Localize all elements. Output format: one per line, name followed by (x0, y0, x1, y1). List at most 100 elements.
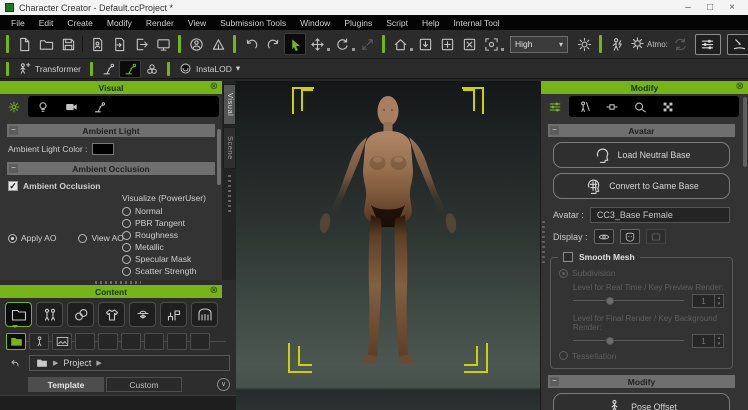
close-icon[interactable]: ⊗ (210, 81, 218, 93)
menu-item-internal-tool[interactable]: Internal Tool (446, 18, 506, 28)
online-content-icon[interactable] (185, 33, 207, 55)
avatar-name-field[interactable]: CC3_Base Female (590, 207, 730, 223)
smooth-mesh-checkbox[interactable] (563, 252, 573, 262)
display-gear-icon[interactable] (3, 97, 25, 117)
close-button[interactable]: × (721, 1, 743, 15)
character-flash-icon[interactable] (606, 33, 628, 55)
panel-resize-handle[interactable] (95, 281, 141, 284)
render-quality-select[interactable]: High ▾ (510, 36, 568, 53)
fit-view-icon[interactable] (414, 33, 436, 55)
redo-icon[interactable] (262, 33, 284, 55)
ambient-occlusion-checkbox[interactable]: ✓ (8, 181, 18, 191)
collapse-icon[interactable]: − (9, 126, 18, 135)
import-character-icon[interactable] (86, 33, 108, 55)
dock-resize-handle[interactable] (228, 175, 231, 215)
menu-item-modify[interactable]: Modify (100, 18, 139, 28)
breadcrumb-root[interactable]: Project (63, 358, 91, 368)
radio-pbr-tangent[interactable]: PBR Tangent (122, 218, 206, 228)
close-icon[interactable]: ⊗ (210, 285, 218, 297)
open-project-icon[interactable] (35, 33, 57, 55)
collapse-icon[interactable]: − (550, 126, 559, 135)
select-tool-icon[interactable] (284, 33, 306, 55)
center-view-icon[interactable] (436, 33, 458, 55)
content-panel-header[interactable]: Content ⊗ (0, 285, 222, 298)
display-mask-icon[interactable] (620, 229, 640, 244)
mesh-cluster-icon[interactable] (141, 60, 163, 78)
menu-item-view[interactable]: View (181, 18, 213, 28)
merge-file-icon[interactable] (108, 33, 130, 55)
new-project-icon[interactable] (13, 33, 35, 55)
menu-item-window[interactable]: Window (293, 18, 337, 28)
collapse-icon[interactable]: − (550, 377, 559, 386)
radio-view-ao[interactable]: View AO (78, 233, 123, 243)
edit-pose-active-icon[interactable] (119, 60, 141, 78)
side-tab-visual[interactable]: Visual (223, 84, 236, 125)
avatar-section-header[interactable]: − Avatar (548, 124, 735, 137)
transformer-button[interactable]: Transformer (13, 60, 86, 78)
appearance-icon[interactable] (631, 97, 649, 117)
collapse-icon[interactable]: − (9, 164, 18, 173)
instalod-button[interactable]: InstaLOD ▾ (174, 60, 245, 78)
tab-template[interactable]: Template (28, 377, 104, 392)
render-settings-icon[interactable] (695, 34, 721, 55)
side-tab-scene[interactable]: Scene (223, 127, 236, 169)
display-eye-icon[interactable] (594, 229, 614, 244)
menu-item-help[interactable]: Help (415, 18, 446, 28)
load-neutral-base-button[interactable]: Load Neutral Base (553, 142, 730, 168)
camera-frame-icon[interactable] (480, 33, 502, 55)
attribute-sliders-icon[interactable] (544, 97, 566, 117)
viewport-3d[interactable] (236, 81, 540, 410)
radio-normal[interactable]: Normal (122, 206, 206, 216)
modify-panel-header[interactable]: Modify ⊗ (541, 81, 748, 94)
zoom-extents-icon[interactable] (458, 33, 480, 55)
back-icon[interactable] (6, 356, 24, 370)
save-project-icon[interactable] (57, 33, 79, 55)
menu-item-file[interactable]: File (4, 18, 32, 28)
subfolder-avatar-icon[interactable] (29, 333, 49, 350)
home-view-icon[interactable] (389, 33, 411, 55)
light-bulb-icon[interactable] (34, 97, 52, 117)
spotlight-icon[interactable] (90, 97, 108, 117)
visual-panel-scrollbar[interactable] (217, 129, 221, 185)
category-stage-icon[interactable] (191, 302, 218, 327)
category-actor-icon[interactable] (36, 302, 63, 327)
radio-scatter-strength[interactable]: Scatter Strength (122, 266, 206, 276)
menu-item-edit[interactable]: Edit (32, 18, 61, 28)
character-model[interactable] (313, 87, 463, 379)
radio-roughness[interactable]: Roughness (122, 230, 206, 240)
texture-checker-icon[interactable] (659, 97, 677, 117)
ambient-light-section-header[interactable]: − Ambient Light (7, 124, 215, 137)
camera-icon[interactable] (62, 97, 80, 117)
radio-metallic[interactable]: Metallic (122, 242, 206, 252)
menu-item-create[interactable]: Create (60, 18, 100, 28)
render-image-icon[interactable] (152, 33, 174, 55)
menu-item-plugins[interactable]: Plugins (337, 18, 379, 28)
expand-browser-icon[interactable]: ∨ (217, 378, 230, 391)
avatar-parts-icon[interactable] (575, 97, 593, 117)
maximize-button[interactable]: □ (699, 1, 721, 15)
minimize-button[interactable]: – (677, 1, 699, 15)
subfolder-active-icon[interactable] (6, 333, 26, 350)
atmosphere-button[interactable]: Atmo: (628, 36, 670, 53)
close-icon[interactable]: ⊗ (736, 81, 744, 93)
radio-apply-ao[interactable]: Apply AO (8, 233, 56, 243)
lighting-icon[interactable] (573, 33, 595, 55)
rotate-tool-icon[interactable] (331, 33, 353, 55)
edit-pose-icon[interactable] (97, 60, 119, 78)
modify-panel-scrollbar[interactable] (743, 97, 747, 167)
ambient-occlusion-section-header[interactable]: − Ambient Occlusion (7, 162, 215, 175)
category-accessory-icon[interactable] (129, 302, 156, 327)
pose-offset-button[interactable]: Pose Offset (553, 393, 730, 410)
menu-item-submission-tools[interactable]: Submission Tools (213, 18, 293, 28)
convert-to-game-base-button[interactable]: Convert to Game Base (553, 173, 730, 199)
content-browser-area[interactable] (0, 395, 236, 410)
menu-item-script[interactable]: Script (379, 18, 415, 28)
category-cloth-icon[interactable] (98, 302, 125, 327)
undo-icon[interactable] (240, 33, 262, 55)
ambient-light-color-swatch[interactable] (92, 143, 114, 155)
menu-item-render[interactable]: Render (139, 18, 181, 28)
radio-specular-mask[interactable]: Specular Mask (122, 254, 206, 264)
category-material-icon[interactable] (67, 302, 94, 327)
export-icon[interactable] (130, 33, 152, 55)
edit-mesh-icon[interactable] (727, 34, 748, 55)
